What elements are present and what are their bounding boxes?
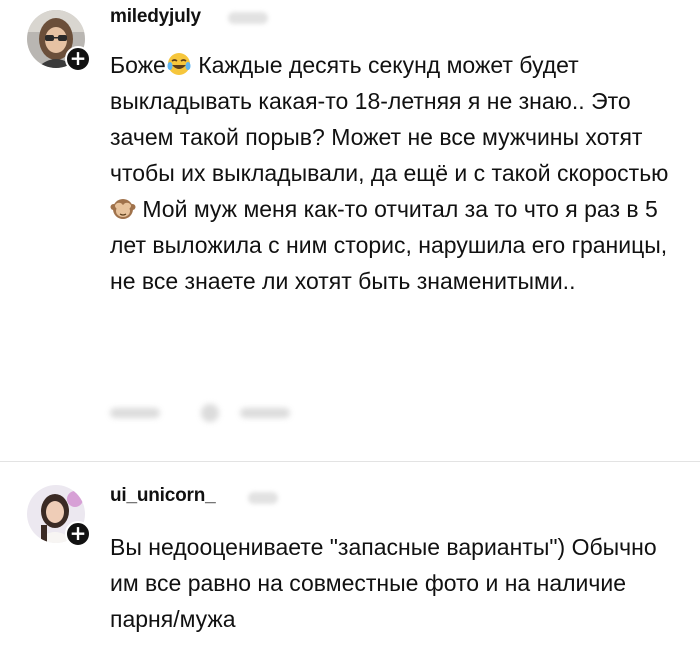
comment-text-part: Каждые десять секунд может будет выклады… xyxy=(110,52,675,186)
comment-text-part: Боже xyxy=(110,52,166,78)
avatar[interactable]: + xyxy=(27,485,91,547)
see-no-evil-emoji-icon xyxy=(110,195,136,221)
blurred-actions xyxy=(110,402,330,424)
comment-item: + miledyjuly Боже Каждые десять секунд м… xyxy=(0,0,700,462)
comment-username[interactable]: ui_unicorn_ xyxy=(110,485,216,507)
follow-plus-icon[interactable]: + xyxy=(65,521,91,547)
comment-text: Боже Каждые десять секунд может будет вы… xyxy=(110,47,680,299)
blurred-badge xyxy=(228,12,268,24)
avatar[interactable]: + xyxy=(27,10,91,72)
joy-emoji-icon xyxy=(166,51,192,77)
comment-text-part: Мой муж меня как-то отчитал за то что я … xyxy=(110,196,674,294)
comment-item: + ui_unicorn_ Вы недооцениваете "запасны… xyxy=(0,462,700,648)
comment-username[interactable]: miledyjuly xyxy=(110,6,201,28)
blurred-badge xyxy=(248,492,278,504)
comment-text: Вы недооцениваете "запасные варианты") О… xyxy=(110,534,664,632)
follow-plus-icon[interactable]: + xyxy=(65,46,91,72)
